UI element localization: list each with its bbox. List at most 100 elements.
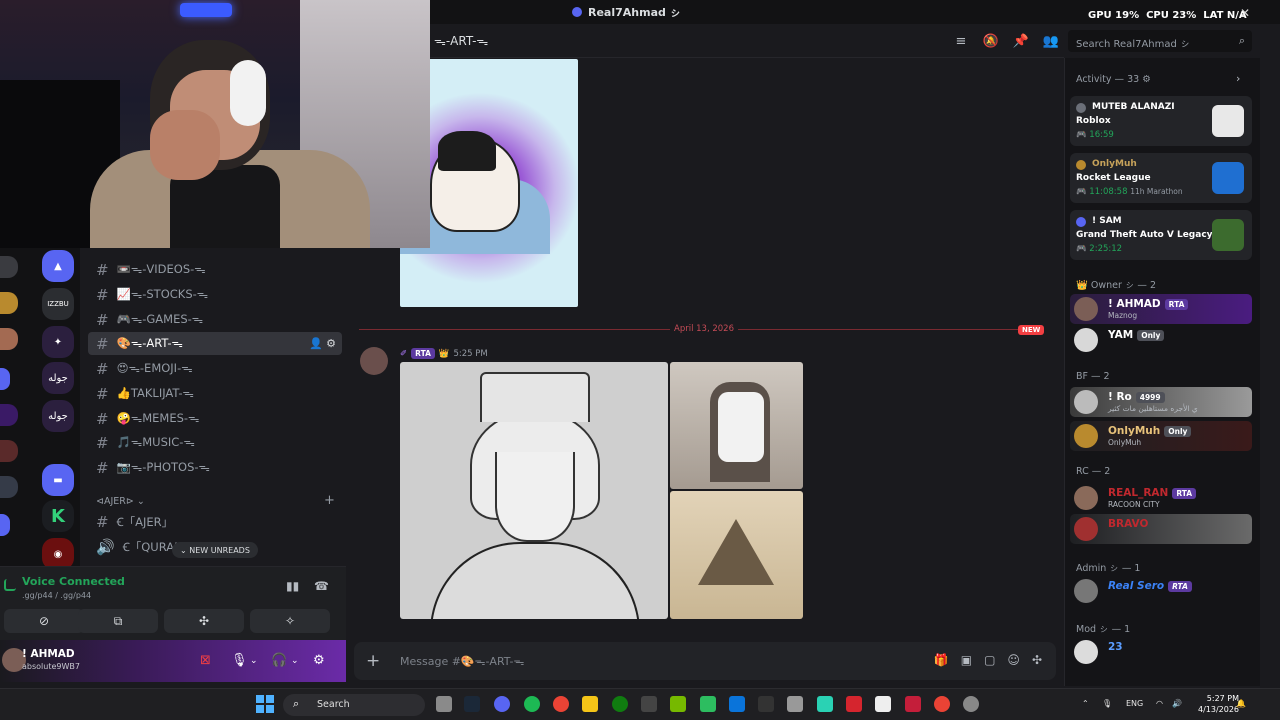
app-icon[interactable]	[729, 696, 745, 712]
activity-card[interactable]: OnlyMuh Rocket League 🎮 11:08:58 11h Mar…	[1070, 153, 1252, 203]
activity-card[interactable]: MUTEB ALANAZI Roblox 🎮 16:59	[1070, 96, 1252, 146]
chrome-icon[interactable]	[553, 696, 569, 712]
folder-icon[interactable]	[0, 368, 10, 390]
gear-icon[interactable]: ⚙	[313, 653, 325, 668]
screen-share-button[interactable]: ⧉	[78, 609, 158, 633]
new-unreads-button[interactable]: ⌄ NEW UNREADS	[172, 542, 258, 558]
voice-channel[interactable]: .gg/p44 / .gg/p44	[22, 591, 91, 600]
recycle-icon[interactable]	[787, 696, 803, 712]
disconnect-icon[interactable]: ☎	[314, 579, 329, 593]
headphones-icon[interactable]: 🎧	[271, 653, 287, 668]
file-explorer-icon[interactable]	[582, 696, 598, 712]
author-avatar[interactable]	[360, 347, 388, 375]
camera-app-icon[interactable]	[436, 696, 452, 712]
discord-icon[interactable]	[494, 696, 510, 712]
dm-avatar[interactable]	[0, 476, 18, 498]
channel-memes[interactable]: # 🤪ᯓMEMES-ᯓ	[88, 407, 342, 430]
folder-icon[interactable]: ▬	[42, 464, 74, 496]
camera-off-icon[interactable]: ⊠	[200, 653, 211, 668]
apps-icon[interactable]: ✣	[1032, 653, 1042, 667]
channel-videos[interactable]: # 📼ᯓ-VIDEOS-ᯓ	[88, 258, 342, 281]
category-ajer[interactable]: ⊲AJER⊳ ⌄	[96, 496, 145, 507]
windows-start-icon[interactable]	[256, 695, 274, 713]
member-item[interactable]: Real Sero RTA	[1070, 576, 1252, 606]
wifi-icon[interactable]: ◠	[1156, 699, 1163, 708]
app-icon[interactable]	[700, 696, 716, 712]
microphone-icon[interactable]: 🎙	[231, 653, 248, 668]
member-item[interactable]: 23	[1070, 637, 1252, 667]
message-composer[interactable]: + Message #🎨ᯓ-ART-ᯓ 🎁 ▣ ▢ ☺ ✣	[354, 642, 1056, 680]
threads-icon[interactable]: ≡	[952, 32, 970, 50]
voice-status[interactable]: Voice Connected	[22, 575, 125, 588]
channel-art[interactable]: # 🎨ᯓ-ART-ᯓ 👤 ⚙	[88, 332, 342, 355]
store-icon[interactable]	[641, 696, 657, 712]
member-item[interactable]: REAL_RAN RTA RACOON CITY	[1070, 483, 1252, 513]
channel-games[interactable]: # 🎮ᯓ-GAMES-ᯓ	[88, 308, 342, 331]
tray-mic-icon[interactable]: 🎙	[1102, 699, 1112, 708]
camera-off-button[interactable]: ⊘	[4, 609, 84, 633]
dm-avatar[interactable]	[0, 404, 18, 426]
pin-icon[interactable]: 📌	[1012, 32, 1030, 50]
close-icon[interactable]: ✕	[1240, 6, 1250, 20]
artwork-image-3[interactable]	[670, 362, 803, 489]
artwork-image-4[interactable]	[670, 491, 803, 619]
chevron-down-icon[interactable]: ⌄	[291, 656, 299, 666]
app-icon[interactable]	[905, 696, 921, 712]
server-izzbu[interactable]: IZZBU	[42, 288, 74, 320]
channel-emoji[interactable]: # 😍ᯓ-EMOJI-ᯓ	[88, 357, 342, 380]
channel-stocks[interactable]: # 📈ᯓ-STOCKS-ᯓ	[88, 283, 342, 306]
steam-icon[interactable]	[464, 696, 480, 712]
settings-icon[interactable]	[963, 696, 979, 712]
taskbar-search[interactable]: ⌕ Search	[283, 694, 425, 716]
server-icon[interactable]: ▲	[42, 250, 74, 282]
artwork-image-2[interactable]	[400, 362, 668, 619]
member-item[interactable]: ! Ro 4999 ي الأجره مستاهلين مات كثير	[1070, 387, 1252, 417]
members-icon[interactable]: 👥	[1042, 32, 1060, 50]
member-item[interactable]: OnlyMuh Only OnlyMuh	[1070, 421, 1252, 451]
folder-icon[interactable]	[0, 514, 10, 536]
chevron-down-icon[interactable]: ⌄	[250, 656, 258, 666]
add-attachment-icon[interactable]: +	[366, 651, 380, 671]
taskbar-clock[interactable]: 5:27 PM 4/13/2026	[1198, 693, 1239, 715]
emoji-icon[interactable]: ☺	[1007, 653, 1020, 667]
chevron-right-icon[interactable]: ›	[1236, 72, 1240, 85]
noise-suppression-icon[interactable]: ▮▮	[286, 579, 299, 593]
tray-chevron-icon[interactable]: ⌃	[1082, 699, 1089, 708]
volume-icon[interactable]: 🔊	[1172, 699, 1182, 708]
server-jawla-1[interactable]: جوله	[42, 362, 74, 394]
app-icon[interactable]	[846, 696, 862, 712]
gift-icon[interactable]: 🎁	[934, 653, 949, 667]
member-item[interactable]: YAM Only	[1070, 325, 1252, 355]
nvidia-icon[interactable]	[670, 696, 686, 712]
server-jawla-2[interactable]: جوله	[42, 400, 74, 432]
server-icon[interactable]: ✦	[42, 326, 74, 358]
add-channel-icon[interactable]: +	[324, 493, 335, 508]
channel-ajer[interactable]: # Ꞓ「AJER」	[88, 510, 342, 533]
gif-icon[interactable]: ▣	[961, 653, 972, 667]
message-input[interactable]: Message #🎨ᯓ-ART-ᯓ	[400, 654, 524, 669]
channel-music[interactable]: # 🎵ᯓMUSIC-ᯓ	[88, 431, 342, 454]
search-input[interactable]: Search Real7Ahmad ㇱ ⌕	[1068, 30, 1252, 52]
sticker-icon[interactable]: ▢	[984, 653, 995, 667]
notifications-icon[interactable]: 🔕	[982, 32, 1000, 50]
member-item[interactable]: ! AHMAD RTA Maznog	[1070, 294, 1252, 324]
spotify-icon[interactable]	[524, 696, 540, 712]
xbox-icon[interactable]	[612, 696, 628, 712]
dm-avatar[interactable]	[0, 256, 18, 278]
capcut-icon[interactable]	[758, 696, 774, 712]
dm-avatar[interactable]	[0, 440, 18, 462]
app-icon[interactable]	[817, 696, 833, 712]
notifications-icon[interactable]: 🔔	[1236, 699, 1246, 708]
user-name[interactable]: ! AHMAD	[22, 648, 75, 660]
activities-button[interactable]: ✣	[164, 609, 244, 633]
channel-taklijat[interactable]: # 👍TAKLIJAT-ᯓ	[88, 382, 342, 405]
dm-avatar[interactable]	[0, 328, 18, 350]
settings-icon[interactable]: 👤 ⚙	[309, 337, 336, 350]
chrome-icon[interactable]	[934, 696, 950, 712]
dm-avatar[interactable]	[0, 292, 18, 314]
server-kick-icon[interactable]: K	[42, 500, 74, 532]
app-icon[interactable]	[875, 696, 891, 712]
member-item[interactable]: BRAVO	[1070, 514, 1252, 544]
activity-card[interactable]: ! SAM Grand Theft Auto V Legacy 🎮 2:25:1…	[1070, 210, 1252, 260]
soundboard-button[interactable]: ✧	[250, 609, 330, 633]
